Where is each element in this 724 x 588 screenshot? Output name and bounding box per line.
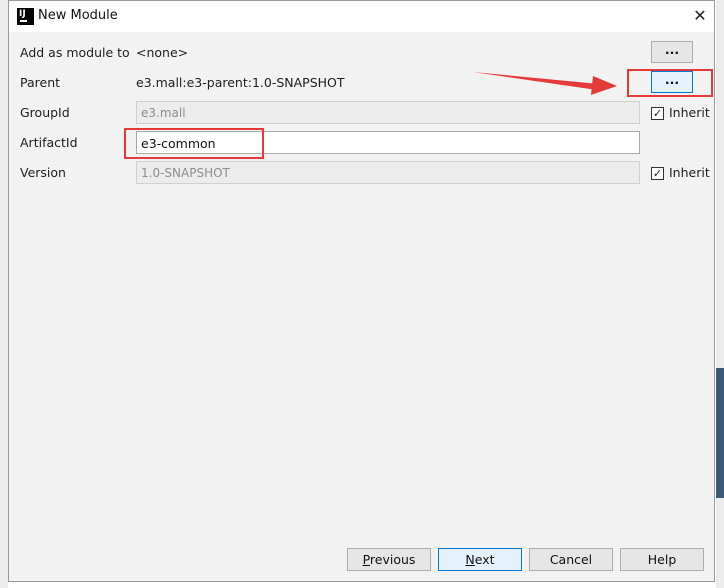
version-inherit-checkbox[interactable]: ✓ xyxy=(651,167,664,180)
previous-label: revious xyxy=(369,552,416,567)
previous-mnemonic: P xyxy=(362,552,370,567)
group-id-inherit-label: Inherit xyxy=(669,105,710,120)
parent-label: Parent xyxy=(20,75,61,90)
previous-button[interactable]: Previous xyxy=(347,548,431,571)
new-module-dialog: IJ New Module ✕ Add as module to <none> … xyxy=(8,0,715,582)
add-as-module-label: Add as module to xyxy=(20,45,130,60)
artifact-id-label: ArtifactId xyxy=(20,135,78,150)
version-inherit-label: Inherit xyxy=(669,165,710,180)
next-button[interactable]: Next xyxy=(438,548,522,571)
background-window-left xyxy=(0,0,8,588)
parent-button-highlight xyxy=(627,69,713,97)
title-bar: IJ New Module ✕ xyxy=(9,1,714,32)
background-window-right xyxy=(716,0,724,588)
dialog-title: New Module xyxy=(38,8,118,23)
group-id-label: GroupId xyxy=(20,105,70,120)
close-icon[interactable]: ✕ xyxy=(689,5,711,27)
background-panel xyxy=(716,368,724,498)
version-label: Version xyxy=(20,165,66,180)
version-field[interactable]: 1.0-SNAPSHOT xyxy=(136,161,640,184)
next-mnemonic: N xyxy=(465,552,475,567)
artifact-id-highlight xyxy=(124,128,264,159)
add-as-module-browse-button[interactable]: ... xyxy=(651,41,693,63)
parent-value: e3.mall:e3-parent:1.0-SNAPSHOT xyxy=(136,75,345,90)
next-label: ext xyxy=(474,552,495,567)
group-id-inherit-checkbox[interactable]: ✓ xyxy=(651,107,664,120)
group-id-field[interactable]: e3.mall xyxy=(136,101,640,124)
help-button[interactable]: Help xyxy=(620,548,704,571)
annotation-arrow xyxy=(473,72,617,95)
intellij-icon: IJ xyxy=(17,8,34,25)
add-as-module-value: <none> xyxy=(136,45,189,60)
cancel-button[interactable]: Cancel xyxy=(529,548,613,571)
